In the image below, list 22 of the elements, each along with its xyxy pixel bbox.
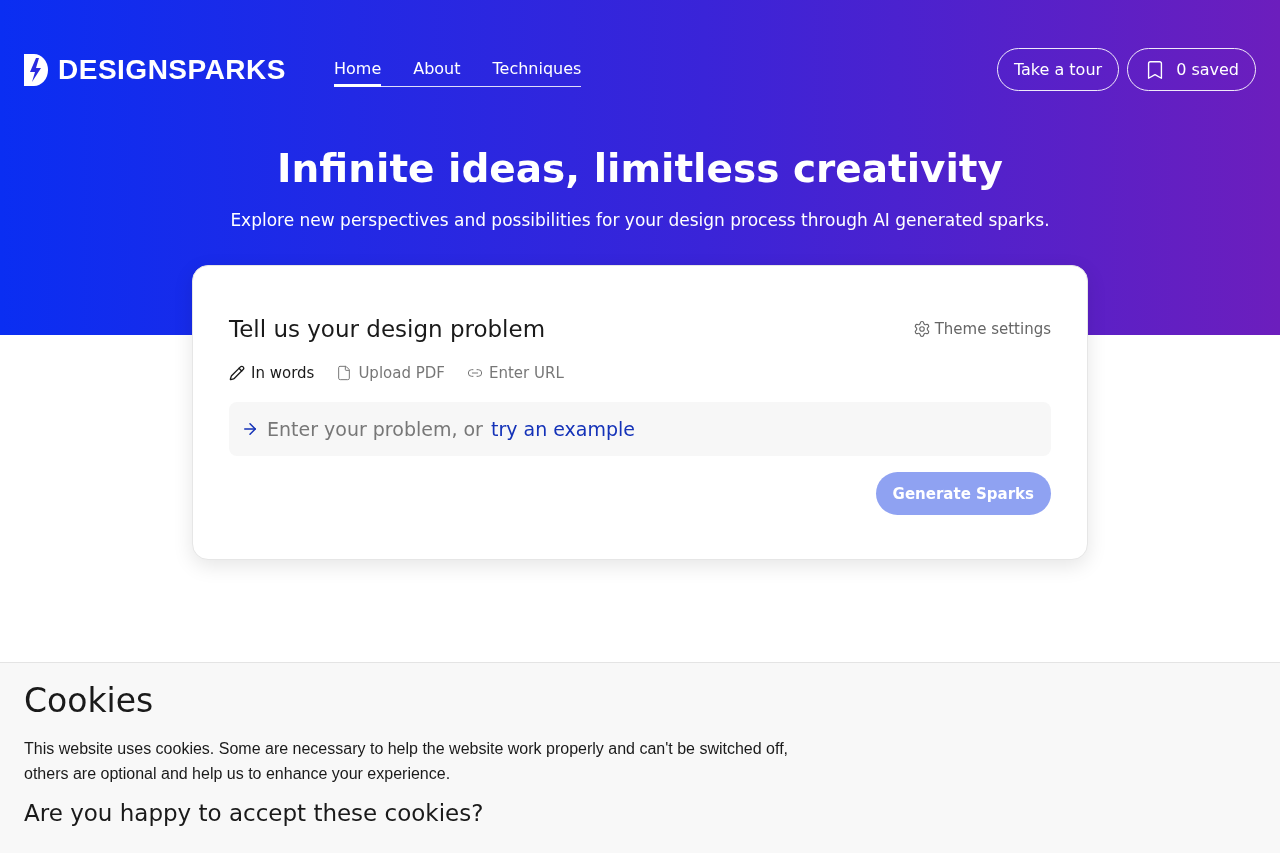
logo-text: DESIGNSPARKS (58, 53, 286, 86)
nav-link[interactable]: About (413, 52, 461, 87)
mode-tab[interactable]: Enter URL (466, 364, 564, 382)
pencil-icon (229, 365, 245, 381)
mode-tab[interactable]: In words (229, 364, 315, 382)
cookies-text: This website uses cookies. Some are necessary to help the website work properly and can't be switched off, others are optional and help us to enhance your experience. (24, 739, 790, 784)
arrow-icon (241, 420, 259, 438)
hero-subtitle: Explore new perspectives and possibilities for your design process through AI generated sparks. (229, 209, 1051, 232)
nav-link[interactable]: Techniques (492, 52, 582, 87)
theme-settings-button[interactable]: Theme settings (912, 320, 1051, 338)
file-icon (336, 365, 353, 381)
cookies-title: Cookies (24, 681, 155, 720)
placeholder-text: Enter your problem, or (267, 418, 483, 440)
problem-field[interactable]: Enter your problem, or try an example (229, 402, 1051, 456)
settings-icon (912, 320, 931, 338)
example-link[interactable]: try an example (490, 418, 635, 440)
hero-title: Infinite ideas, limitless creativity (276, 145, 1004, 193)
logo-icon (24, 53, 48, 86)
cookies-question: Are you happy to accept these cookies? (24, 800, 485, 826)
mode-tab[interactable]: Upload PDF (336, 364, 445, 382)
card-title: Tell us your design problem (229, 316, 546, 342)
nav-link[interactable]: Home (333, 52, 382, 87)
